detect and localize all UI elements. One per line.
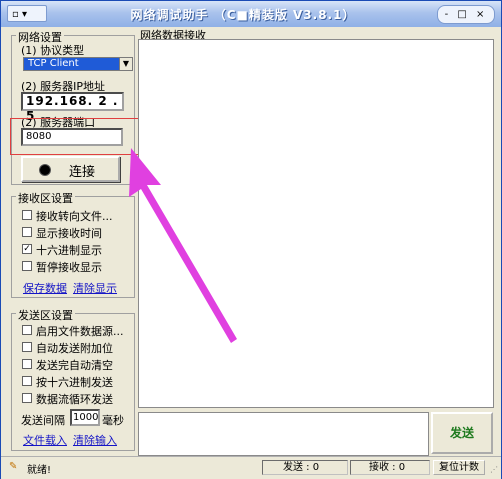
arrow-shape	[129, 148, 237, 343]
app-window: ▫ ▾ 网络调试助手 （C■精装版 V3.8.1） - □ × 网络设置 (1)…	[0, 0, 502, 479]
annotation-arrow	[129, 148, 237, 343]
